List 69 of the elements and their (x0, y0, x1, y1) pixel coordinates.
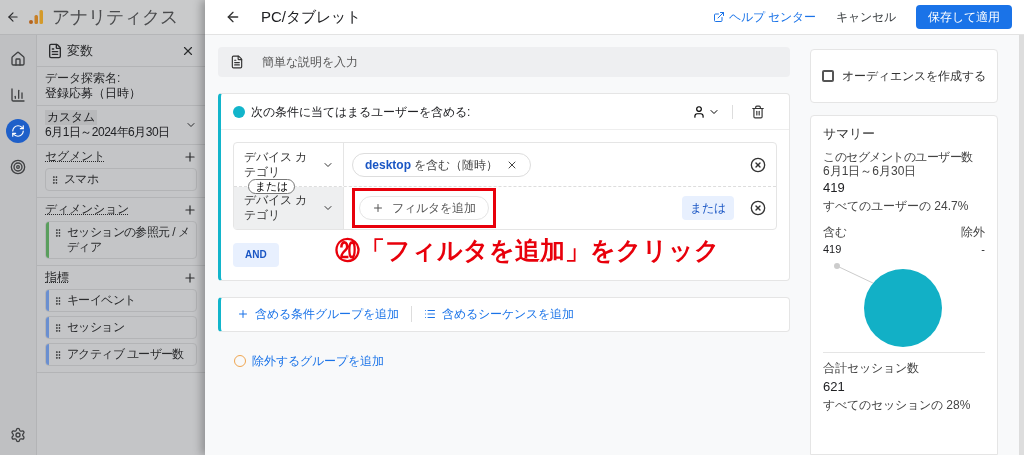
cancel-button[interactable]: キャンセル (828, 8, 904, 26)
add-icon[interactable] (183, 202, 197, 217)
group-heading: 次の条件に当てはまるユーザーを含める: (251, 103, 472, 121)
sessions-share: すべてのセッションの 28% (823, 397, 972, 414)
section-title: セグメント (45, 149, 106, 164)
users-label: このセグメントのユーザー数 (823, 149, 974, 164)
exclude-label: 除外 (961, 224, 985, 241)
annotation-text: ⑳「フィルタを追加」をクリック (334, 235, 720, 266)
description-field[interactable]: 簡単な説明を入力 (218, 47, 790, 77)
remove-icon[interactable] (750, 200, 766, 216)
segment-title: PC/タブレット (261, 6, 362, 27)
include-label: 含む (823, 224, 847, 241)
add-condition-group-link[interactable]: 含める条件グループを追加 (237, 305, 399, 323)
drag-handle-icon[interactable] (53, 322, 63, 334)
back-icon[interactable] (6, 10, 20, 24)
settings-icon[interactable] (10, 427, 26, 443)
variable-label: キーイベント (67, 293, 136, 308)
section-title: ディメンション (45, 202, 130, 217)
panel-title: 変数 (67, 41, 94, 60)
and-button[interactable]: AND (233, 242, 279, 267)
drag-handle-icon[interactable] (53, 295, 63, 307)
delete-icon[interactable] (751, 104, 765, 119)
logo-icon (28, 9, 44, 25)
date-range-label: カスタム (45, 110, 97, 125)
external-link-icon (712, 11, 725, 23)
person-icon (692, 104, 706, 119)
variable-chip[interactable]: セッションの参照元 / メディア (45, 221, 197, 259)
variable-chip[interactable]: キーイベント (45, 289, 197, 312)
drag-handle-icon[interactable] (53, 349, 63, 361)
sessions-label: 合計セッション数 (823, 359, 920, 377)
section-title: 指標 (45, 270, 70, 285)
plus-icon (372, 202, 384, 214)
variable-chip[interactable]: スマホ (45, 168, 197, 191)
users-value: 419 (823, 178, 846, 197)
date-range-value[interactable]: 6月1日～2024年6月30日 (45, 125, 185, 140)
save-button[interactable]: 保存して適用 (916, 5, 1012, 29)
audience-checkbox[interactable] (822, 70, 834, 82)
document-icon (230, 55, 244, 69)
variable-label: セッションの参照元 / メディア (67, 225, 191, 255)
variable-label: アクティブ ユーザー数 (67, 347, 184, 362)
users-share: すべてのユーザーの 24.7% (823, 198, 970, 215)
or-button[interactable]: または (682, 196, 734, 220)
list-icon (424, 308, 436, 320)
or-connector-label: または (248, 179, 295, 194)
field-label: データ探索名: (45, 71, 122, 86)
audience-label: オーディエンスを作成する (842, 68, 986, 85)
drag-handle-icon[interactable] (53, 227, 63, 239)
help-center-link[interactable]: ヘルプ センター (728, 8, 816, 26)
plus-icon (237, 308, 249, 320)
variable-label: セッション (67, 320, 124, 335)
add-sequence-link[interactable]: 含めるシーケンスを追加 (424, 305, 574, 323)
include-value: 419 (823, 242, 842, 257)
dimension-selector[interactable]: デバイス カテゴリ (244, 149, 318, 180)
scope-dropdown[interactable] (692, 104, 733, 119)
summary-title: サマリー (823, 125, 876, 143)
exclude-value: - (981, 242, 985, 257)
variable-chip[interactable]: セッション (45, 316, 197, 339)
app-title: アナリティクス (52, 5, 178, 29)
sessions-value: 621 (823, 377, 846, 396)
remove-icon[interactable] (750, 156, 766, 173)
add-exclude-group-link[interactable]: 除外するグループを追加 (234, 351, 384, 370)
users-range: 6月1日～6月30日 (823, 163, 918, 178)
drag-handle-icon[interactable] (50, 174, 60, 186)
add-icon[interactable] (183, 149, 197, 164)
back-icon[interactable] (225, 9, 241, 25)
variable-label: スマホ (64, 172, 99, 187)
add-icon[interactable] (183, 270, 197, 285)
variable-chip[interactable]: アクティブ ユーザー数 (45, 343, 197, 366)
exploration-name[interactable]: 登録応募（日時） (45, 86, 197, 101)
